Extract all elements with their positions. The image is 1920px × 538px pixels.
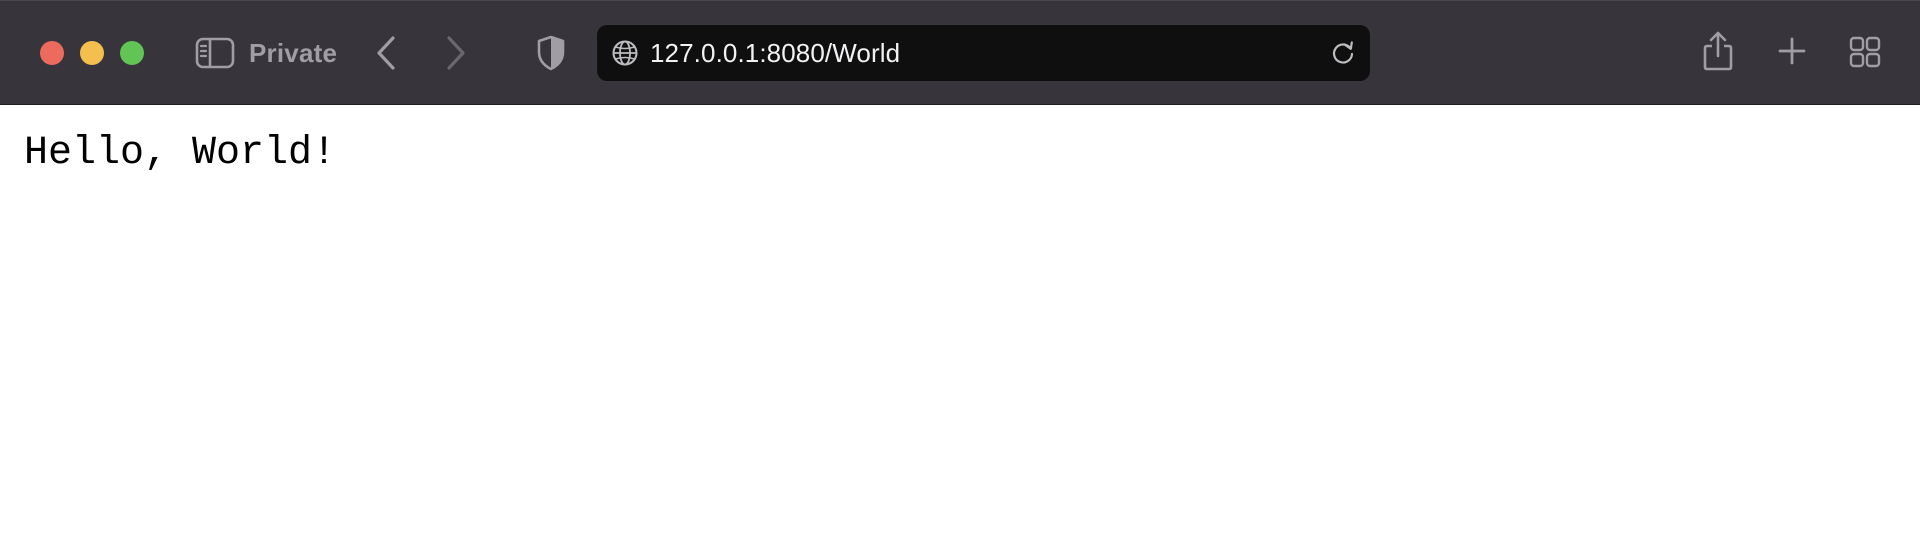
sidebar-icon[interactable] — [194, 33, 236, 73]
shield-icon[interactable] — [535, 33, 567, 73]
browser-window: Private 127.0.0.1:8080/World Hello, Worl… — [0, 0, 1920, 538]
reload-icon[interactable] — [1329, 39, 1357, 67]
page-content: Hello, World! — [0, 105, 1920, 538]
browser-toolbar: Private 127.0.0.1:8080/World — [0, 0, 1920, 105]
private-browsing-label: Private — [249, 38, 338, 68]
back-button[interactable] — [372, 33, 400, 73]
globe-icon — [610, 38, 640, 68]
maximize-window-button[interactable] — [120, 41, 144, 65]
address-bar[interactable]: 127.0.0.1:8080/World — [597, 25, 1370, 81]
url-text[interactable]: 127.0.0.1:8080/World — [650, 37, 900, 69]
page-body-text: Hello, World! — [24, 131, 337, 176]
close-window-button[interactable] — [40, 41, 64, 65]
minimize-window-button[interactable] — [80, 41, 104, 65]
plus-icon[interactable] — [1774, 33, 1810, 69]
tab-overview-icon[interactable] — [1849, 35, 1881, 69]
forward-button[interactable] — [442, 33, 470, 73]
share-icon[interactable] — [1700, 29, 1736, 73]
